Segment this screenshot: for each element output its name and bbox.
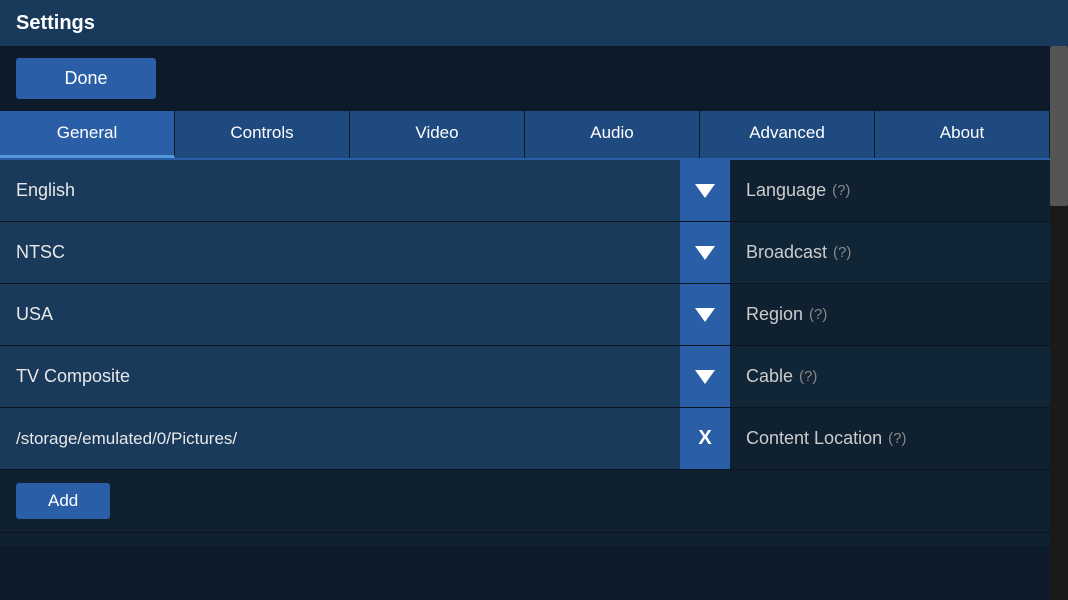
tab-general[interactable]: General: [0, 111, 175, 158]
main-content: Done General Controls Video Audio Advanc…: [0, 46, 1068, 600]
broadcast-label: Broadcast (?): [730, 222, 1050, 283]
content-location-clear-button[interactable]: X: [680, 408, 730, 469]
cable-row: TV Composite Cable (?): [0, 346, 1050, 408]
tabs-container: General Controls Video Audio Advanced Ab…: [0, 111, 1050, 160]
broadcast-value: NTSC: [0, 222, 680, 283]
clear-icon: X: [698, 427, 711, 450]
language-help-icon[interactable]: (?): [832, 182, 850, 199]
title-bar: Settings: [0, 0, 1068, 46]
language-dropdown-button[interactable]: [680, 160, 730, 221]
region-value: USA: [0, 284, 680, 345]
language-value: English: [0, 160, 680, 221]
content-location-input[interactable]: [16, 429, 664, 449]
content-location-value[interactable]: [0, 408, 680, 469]
region-dropdown-button[interactable]: [680, 284, 730, 345]
broadcast-row: NTSC Broadcast (?): [0, 222, 1050, 284]
tab-advanced[interactable]: Advanced: [700, 111, 875, 158]
page-title: Settings: [16, 12, 95, 35]
tab-video[interactable]: Video: [350, 111, 525, 158]
cable-help-icon[interactable]: (?): [799, 368, 817, 385]
dropdown-arrow-icon: [695, 308, 715, 322]
region-row: USA Region (?): [0, 284, 1050, 346]
cable-value: TV Composite: [0, 346, 680, 407]
dropdown-arrow-icon: [695, 246, 715, 260]
dropdown-arrow-icon: [695, 370, 715, 384]
add-row: Add: [0, 470, 1050, 532]
region-help-icon[interactable]: (?): [809, 306, 827, 323]
content-location-help-icon[interactable]: (?): [888, 430, 906, 447]
content-location-label: Content Location (?): [730, 408, 1050, 469]
language-label: Language (?): [730, 160, 1050, 221]
dropdown-arrow-icon: [695, 184, 715, 198]
tab-controls[interactable]: Controls: [175, 111, 350, 158]
tab-audio[interactable]: Audio: [525, 111, 700, 158]
scrollbar[interactable]: [1050, 46, 1068, 600]
broadcast-help-icon[interactable]: (?): [833, 244, 851, 261]
broadcast-dropdown-button[interactable]: [680, 222, 730, 283]
tab-about[interactable]: About: [875, 111, 1050, 158]
done-area: Done: [0, 46, 1050, 111]
bottom-partial-row: [0, 532, 1050, 546]
scrollbar-thumb[interactable]: [1050, 46, 1068, 206]
settings-rows: English Language (?) NTSC Broadcast (?): [0, 160, 1050, 600]
done-button[interactable]: Done: [16, 58, 156, 99]
add-button[interactable]: Add: [16, 483, 110, 519]
content-location-row: X Content Location (?): [0, 408, 1050, 470]
language-row: English Language (?): [0, 160, 1050, 222]
cable-label: Cable (?): [730, 346, 1050, 407]
cable-dropdown-button[interactable]: [680, 346, 730, 407]
region-label: Region (?): [730, 284, 1050, 345]
